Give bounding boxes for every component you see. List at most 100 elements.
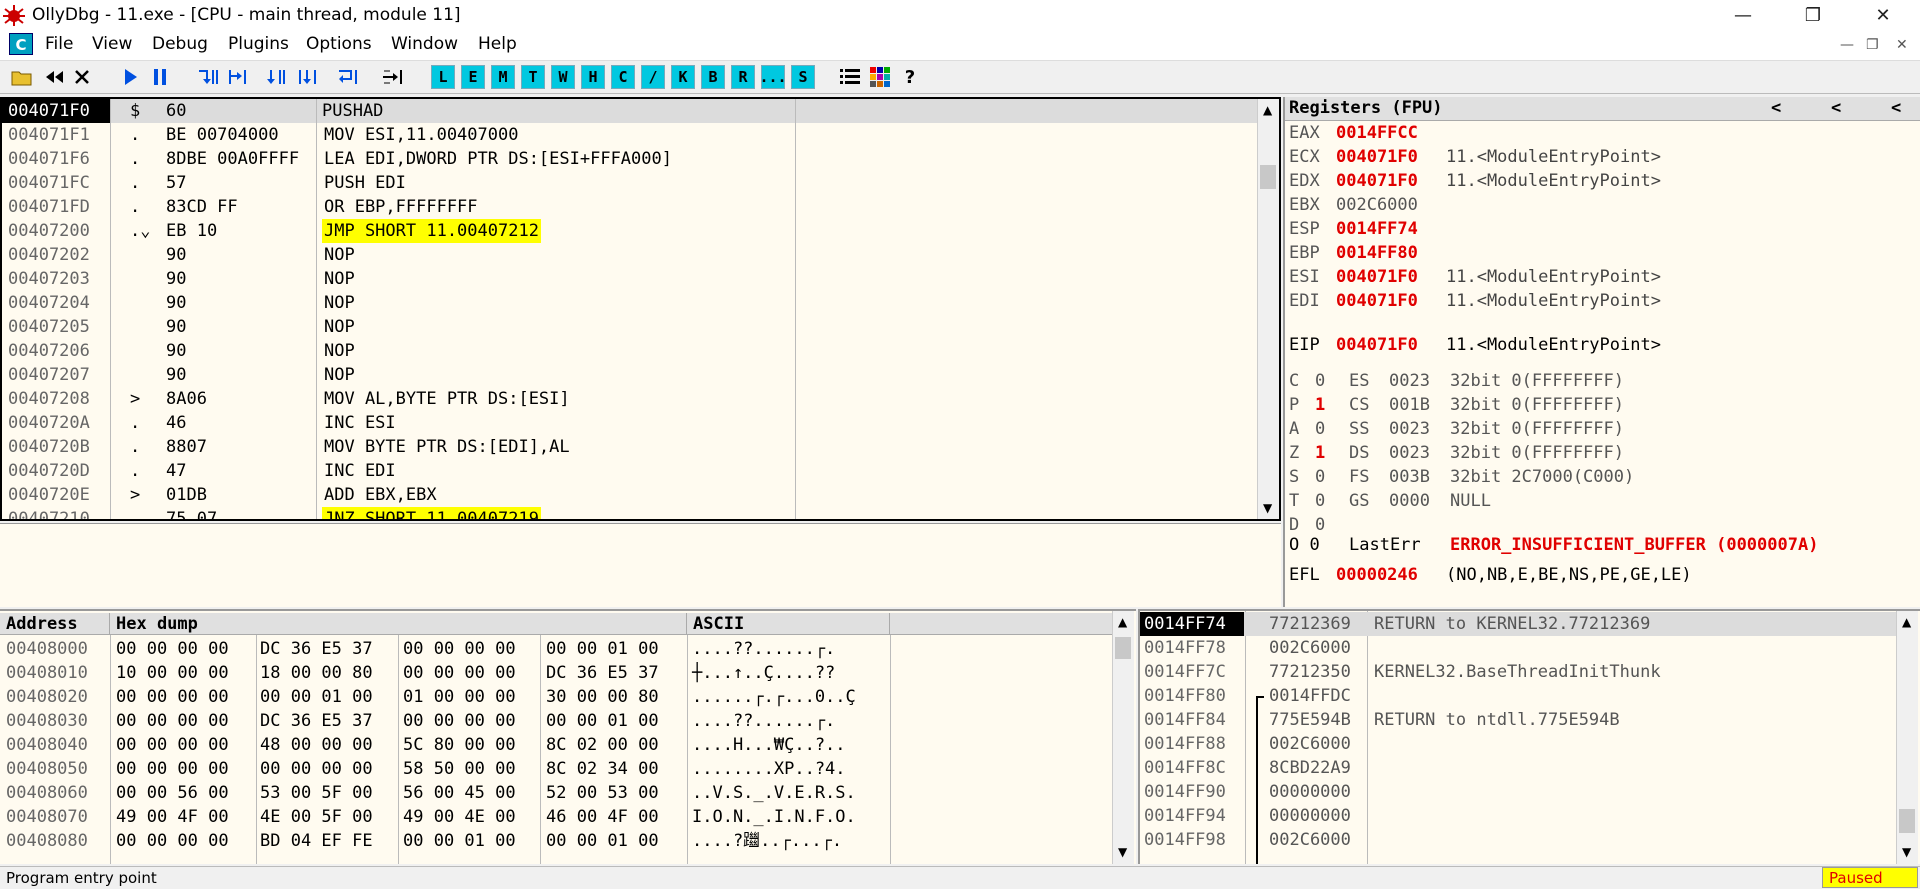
registers-header[interactable]: Registers (FPU) < < < <box>1285 97 1920 121</box>
restore-button[interactable]: ❐ <box>1784 0 1842 30</box>
disasm-row[interactable]: 0040720B. 8807 MOV BYTE PTR DS:[EDI],AL <box>2 435 1257 459</box>
windows-window-button[interactable]: W <box>551 65 575 89</box>
dump-pane[interactable]: Address Hex dump ASCII 00408000 00 00 00 … <box>0 609 1136 864</box>
disasm-scroll-thumb[interactable] <box>1260 165 1276 189</box>
stack-row[interactable]: 0014FF94 00000000 <box>1140 804 1896 828</box>
scroll-down-icon[interactable]: ▼ <box>1902 845 1911 859</box>
open-icon[interactable] <box>10 64 34 90</box>
menu-help[interactable]: Help <box>478 34 517 54</box>
mdi-restore-icon[interactable]: ❐ <box>1866 37 1879 53</box>
scroll-down-icon[interactable]: ▼ <box>1118 845 1127 859</box>
appearance-icon[interactable] <box>868 64 892 90</box>
disasm-row[interactable]: 00407206 90 NOP <box>2 339 1257 363</box>
patches-window-button[interactable]: / <box>641 65 665 89</box>
step-over-icon[interactable] <box>226 64 250 90</box>
cpu-window-icon[interactable]: C <box>9 33 33 55</box>
mdi-close-icon[interactable]: ✕ <box>1896 37 1908 53</box>
disasm-row[interactable]: 00407210. 75 07 JNZ SHORT 11.00407219 <box>2 507 1257 519</box>
stack-row[interactable]: 0014FF74 77212369 RETURN to KERNEL32.77212… <box>1140 612 1896 636</box>
cpu-window-button[interactable]: C <box>611 65 635 89</box>
trace-over-icon[interactable] <box>296 64 320 90</box>
run-trace-window-button[interactable]: ... <box>759 65 787 89</box>
go-to-origin-icon[interactable] <box>382 64 406 90</box>
pause-icon[interactable] <box>148 64 172 90</box>
disasm-current-row[interactable]: 004071F0 $ 60 PUSHAD <box>2 99 1257 123</box>
stack-row[interactable]: 0014FF80 0014FFDC <box>1140 684 1896 708</box>
breakpoints-window-button[interactable]: B <box>701 65 725 89</box>
registers-nav-left-3[interactable]: < <box>1891 98 1901 118</box>
dump-row[interactable]: 00408040 00 00 00 00 48 00 00 00 5C 80 00 0… <box>0 733 1110 757</box>
dump-row[interactable]: 00408050 00 00 00 00 00 00 00 00 58 50 00 0… <box>0 757 1110 781</box>
help-icon[interactable]: ? <box>898 64 922 90</box>
modules-window-button[interactable]: E <box>461 65 485 89</box>
threads-window-button[interactable]: T <box>521 65 545 89</box>
minimize-button[interactable]: — <box>1714 0 1772 30</box>
scroll-up-icon[interactable]: ▲ <box>1902 615 1911 629</box>
disasm-row[interactable]: 0040720E >01DB ADD EBX,EBX <box>2 483 1257 507</box>
register-eip[interactable]: EIP 004071F0 11.<ModuleEntryPoint> <box>1289 333 1661 357</box>
disasm-row[interactable]: 00407207 90 NOP <box>2 363 1257 387</box>
log-window-button[interactable]: L <box>431 65 455 89</box>
menu-view[interactable]: View <box>92 34 132 54</box>
execute-till-return-icon[interactable] <box>336 64 360 90</box>
memory-window-button[interactable]: M <box>491 65 515 89</box>
menu-window[interactable]: Window <box>391 34 458 54</box>
stack-pane[interactable]: 0014FF74 77212369 RETURN to KERNEL32.77212… <box>1138 609 1920 864</box>
menu-file[interactable]: File <box>45 34 73 54</box>
stack-row[interactable]: 0014FF98 002C6000 <box>1140 828 1896 852</box>
disasm-row[interactable]: 00407200 .⌄ EB 10 JMP SHORT 11.00407212 <box>2 219 1257 243</box>
scroll-up-icon[interactable]: ▲ <box>1118 615 1127 629</box>
disassembly-pane[interactable]: 004071F0 $ 60 PUSHAD 004071F1. BE 0070400… <box>0 97 1281 521</box>
close-button[interactable]: ✕ <box>1854 0 1912 30</box>
mdi-minimize-icon[interactable]: — <box>1840 37 1854 53</box>
references-window-button[interactable]: R <box>731 65 755 89</box>
stack-row[interactable]: 0014FF90 00000000 <box>1140 780 1896 804</box>
dump-row[interactable]: 00408000 00 00 00 00 DC 36 E5 37 00 00 00 0… <box>0 637 1110 661</box>
menu-options[interactable]: Options <box>306 34 372 54</box>
dump-row[interactable]: 00408020 00 00 00 00 00 00 01 00 01 00 00 0… <box>0 685 1110 709</box>
registers-pane[interactable]: Registers (FPU) < < < EAX 0014FFCC ECX 0040… <box>1283 97 1920 607</box>
dump-row[interactable]: 00408030 00 00 00 00 DC 36 E5 37 00 00 00 0… <box>0 709 1110 733</box>
disasm-row[interactable]: 00407204 90 NOP <box>2 291 1257 315</box>
dump-row[interactable]: 00408010 10 00 00 00 18 00 00 80 00 00 00 0… <box>0 661 1110 685</box>
disasm-row[interactable]: 004071F6. 8DBE 00A0FFFF LEA EDI,DWORD PTR … <box>2 147 1257 171</box>
stack-row[interactable]: 0014FF7C 77212350 KERNEL32.BaseThreadInitT… <box>1140 660 1896 684</box>
trace-into-icon[interactable] <box>266 64 290 90</box>
disasm-row[interactable]: 00407208 >8A06 MOV AL,BYTE PTR DS:[ESI] <box>2 387 1257 411</box>
disasm-row[interactable]: 00407205 90 NOP <box>2 315 1257 339</box>
close-program-icon[interactable] <box>70 64 94 90</box>
stack-row[interactable]: 0014FF84 775E594B RETURN to ntdll.775E594B <box>1140 708 1896 732</box>
handles-window-button[interactable]: H <box>581 65 605 89</box>
disasm-row[interactable]: 004071FC. 57 PUSH EDI <box>2 171 1257 195</box>
dump-col-ascii[interactable]: ASCII <box>687 613 890 635</box>
disasm-row[interactable]: 0040720D. 47 INC EDI <box>2 459 1257 483</box>
dump-scrollbar[interactable]: ▲ ▼ <box>1112 611 1134 864</box>
source-window-button[interactable]: S <box>791 65 815 89</box>
call-stack-window-button[interactable]: K <box>671 65 695 89</box>
disasm-scrollbar[interactable]: ▲ ▼ <box>1257 99 1279 519</box>
disasm-row[interactable]: 004071F1. BE 00704000 MOV ESI,11.00407000 <box>2 123 1257 147</box>
disasm-row[interactable]: 00407202 90 NOP <box>2 243 1257 267</box>
disasm-row[interactable]: 004071FD. 83CD FF OR EBP,FFFFFFFF <box>2 195 1257 219</box>
register-efl[interactable]: EFL 00000246 (NO,NB,E,BE,NS,PE,GE,LE) <box>1289 563 1692 587</box>
disasm-row[interactable]: 00407203 90 NOP <box>2 267 1257 291</box>
menu-plugins[interactable]: Plugins <box>228 34 289 54</box>
stack-row[interactable]: 0014FF88 002C6000 <box>1140 732 1896 756</box>
menu-debug[interactable]: Debug <box>152 34 208 54</box>
register-lasterr[interactable]: O 0 LastErr ERROR_INSUFFICIENT_BUFFER (0… <box>1289 533 1818 557</box>
step-into-icon[interactable] <box>196 64 220 90</box>
dump-row[interactable]: 00408060 00 00 56 00 53 00 5F 00 56 00 45 0… <box>0 781 1110 805</box>
dump-col-hex[interactable]: Hex dump <box>110 613 687 635</box>
run-icon[interactable] <box>118 64 142 90</box>
stack-scroll-thumb[interactable] <box>1899 809 1915 833</box>
registers-nav-left-1[interactable]: < <box>1771 98 1781 118</box>
scroll-up-icon[interactable]: ▲ <box>1263 103 1272 117</box>
stack-scrollbar[interactable]: ▲ ▼ <box>1896 611 1918 864</box>
stack-row[interactable]: 0014FF8C 8CBD22A9 <box>1140 756 1896 780</box>
stack-row[interactable]: 0014FF78 002C6000 <box>1140 636 1896 660</box>
dump-row[interactable]: 00408070 49 00 4F 00 4E 00 5F 00 49 00 4E 0… <box>0 805 1110 829</box>
list-icon[interactable] <box>838 64 862 90</box>
registers-nav-left-2[interactable]: < <box>1831 98 1841 118</box>
dump-scroll-thumb[interactable] <box>1115 637 1131 659</box>
disasm-row[interactable]: 0040720A. 46 INC ESI <box>2 411 1257 435</box>
